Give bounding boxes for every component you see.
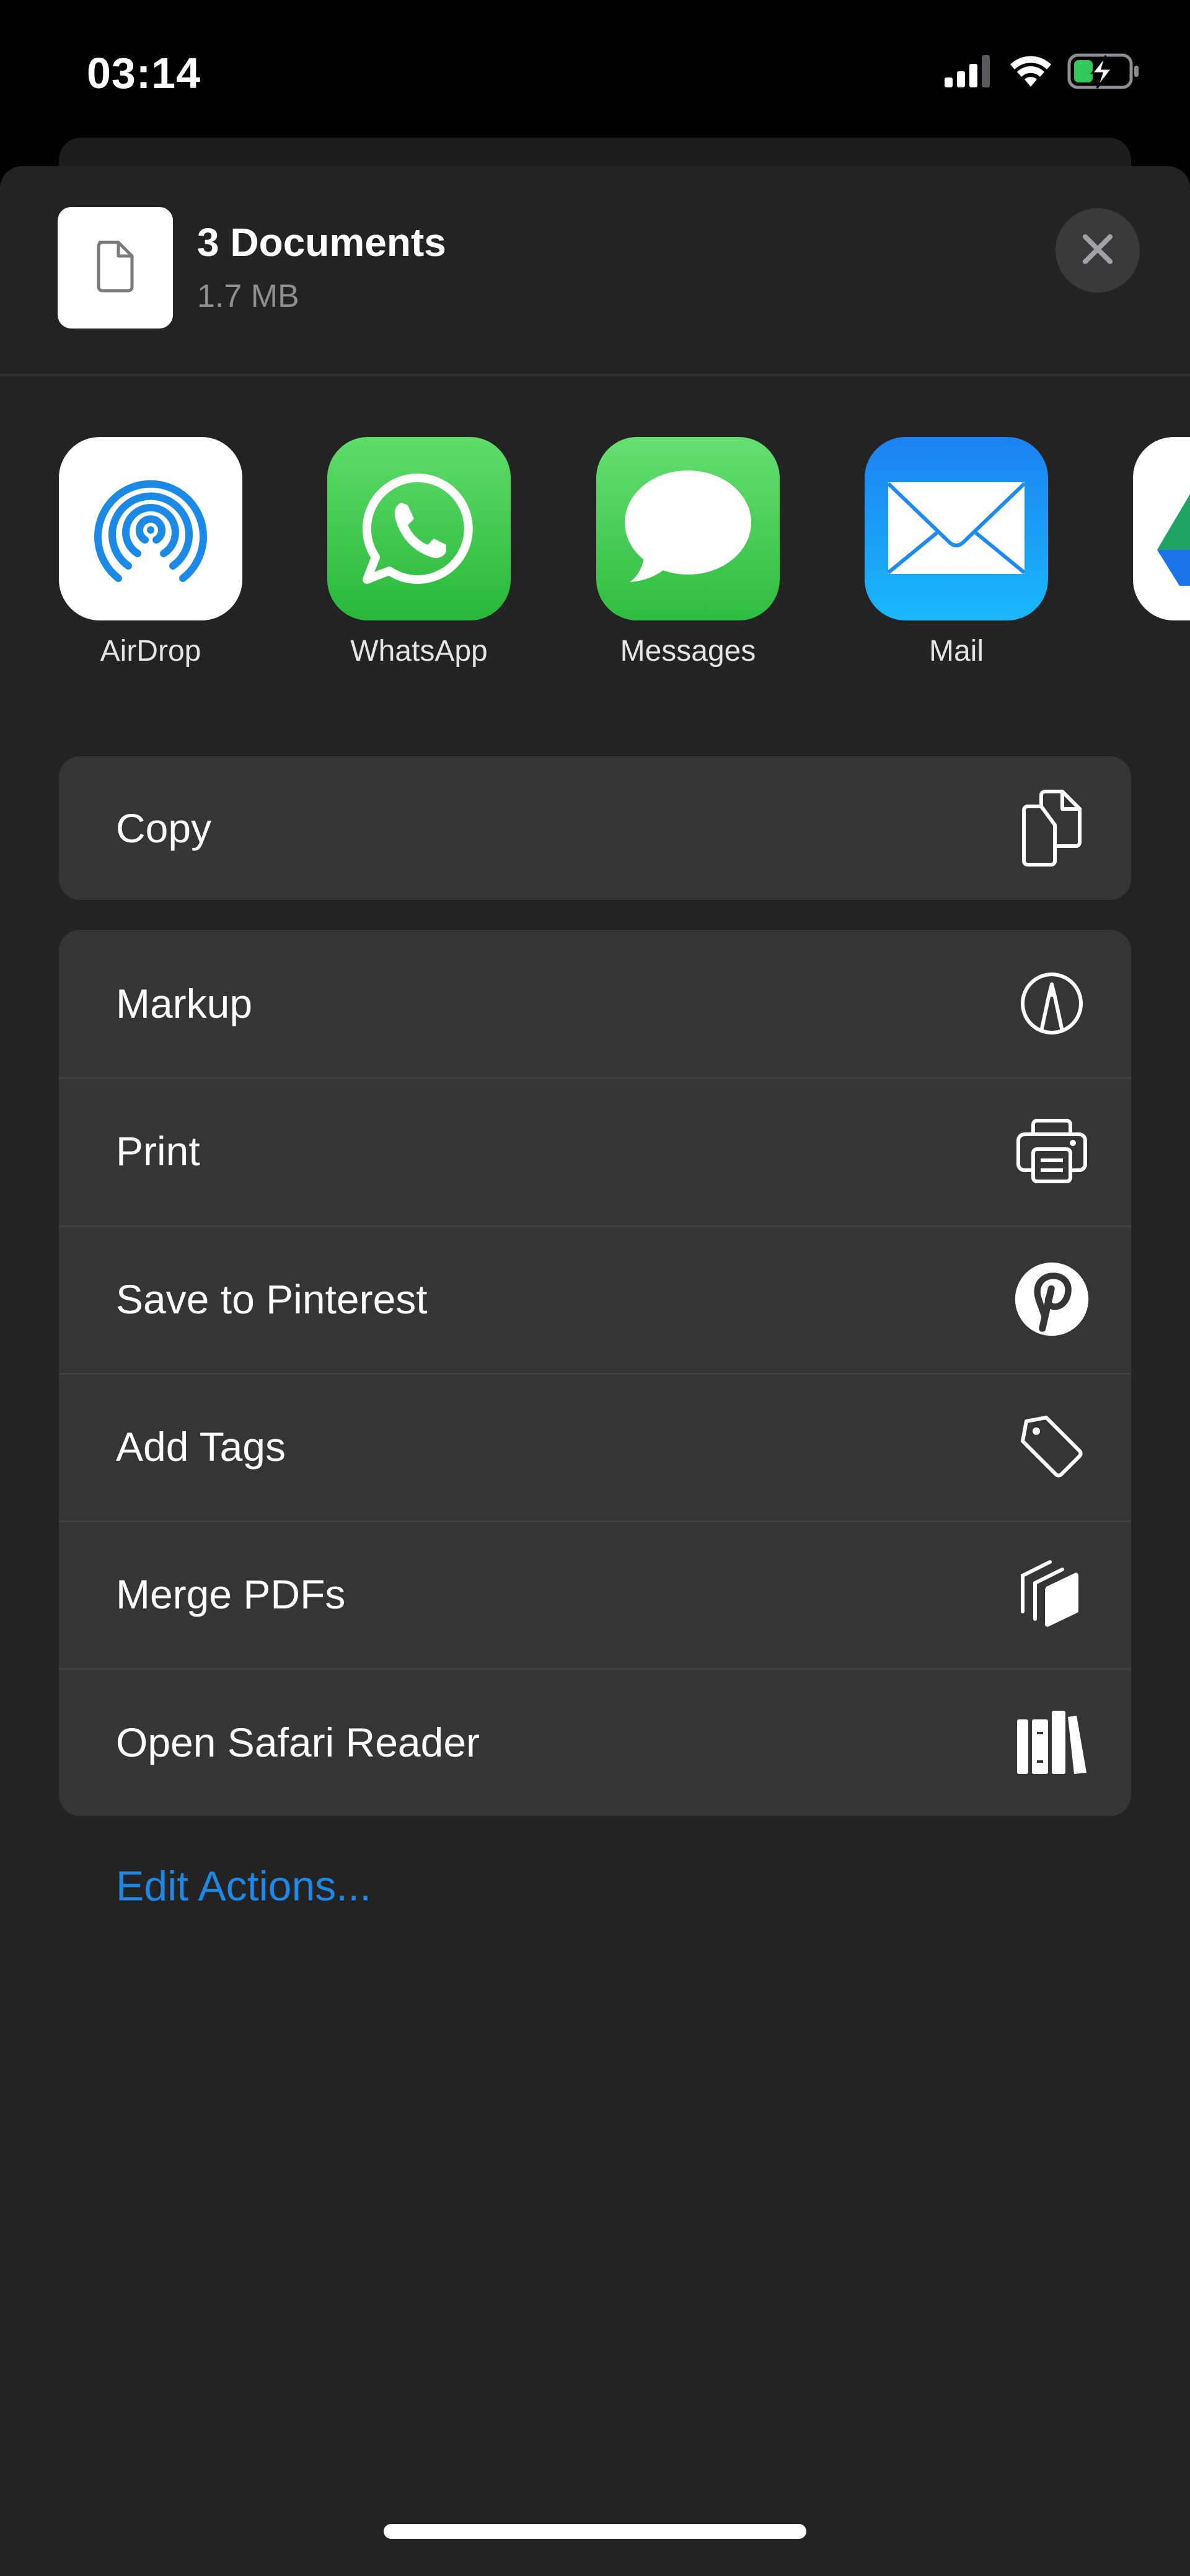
share-title: 3 Documents — [197, 220, 446, 265]
action-save-to-pinterest[interactable]: Save to Pinterest — [59, 1225, 1131, 1373]
action-label: Print — [116, 1128, 200, 1175]
action-label: Merge PDFs — [116, 1571, 346, 1618]
action-merge-pdfs[interactable]: Merge PDFs — [59, 1520, 1131, 1668]
wifi-icon — [1009, 55, 1052, 88]
tag-icon — [1015, 1409, 1089, 1484]
airdrop-icon — [59, 437, 242, 620]
google-drive-icon — [1133, 437, 1190, 620]
action-label: Markup — [116, 981, 253, 1027]
app-label: AirDrop — [100, 635, 201, 668]
action-label: Add Tags — [116, 1424, 286, 1470]
action-open-safari-reader[interactable]: Open Safari Reader — [59, 1668, 1131, 1815]
edit-actions-link[interactable]: Edit Actions... — [116, 1862, 371, 1910]
document-thumbnail — [58, 207, 173, 329]
app-messages[interactable]: Messages — [596, 437, 780, 668]
app-mail[interactable]: Mail — [865, 437, 1048, 668]
mail-icon — [865, 437, 1048, 620]
cellular-signal-icon — [945, 55, 994, 87]
home-indicator[interactable] — [384, 2524, 806, 2539]
copy-icon — [1015, 790, 1089, 867]
document-icon — [94, 240, 137, 296]
action-label: Save to Pinterest — [116, 1276, 428, 1322]
app-label: Messages — [620, 635, 756, 668]
printer-icon — [1015, 1114, 1089, 1188]
close-button[interactable] — [1056, 208, 1140, 293]
app-whatsapp[interactable]: WhatsApp — [327, 437, 511, 668]
pinterest-icon — [1015, 1262, 1089, 1336]
copy-group: Copy — [59, 756, 1131, 900]
app-label: Mail — [928, 635, 984, 668]
action-label: Open Safari Reader — [116, 1719, 480, 1765]
action-copy[interactable]: Copy — [59, 756, 1131, 900]
books-icon — [1015, 1705, 1089, 1780]
battery-charging-icon — [1067, 53, 1142, 89]
share-sheet-header: 3 Documents 1.7 MB — [0, 166, 1190, 376]
share-sheet: 3 Documents 1.7 MB AirDrop WhatsApp Mess… — [0, 166, 1190, 2576]
app-google-drive[interactable]: D — [1133, 437, 1190, 668]
action-markup[interactable]: Markup — [59, 930, 1131, 1077]
merge-pdfs-icon — [1015, 1557, 1089, 1631]
header-separator — [0, 374, 1190, 376]
action-add-tags[interactable]: Add Tags — [59, 1372, 1131, 1520]
share-subtitle: 1.7 MB — [197, 278, 299, 314]
whatsapp-icon — [327, 437, 511, 620]
messages-icon — [596, 437, 780, 620]
status-bar: 03:14 — [0, 0, 1190, 139]
status-time: 03:14 — [87, 49, 201, 97]
app-row[interactable]: AirDrop WhatsApp Messages Mail — [0, 437, 1190, 685]
action-print[interactable]: Print — [59, 1077, 1131, 1225]
markup-icon — [1015, 966, 1089, 1041]
action-label: Copy — [116, 805, 212, 851]
actions-group: Markup Print Save to Pinterest Add Tags … — [59, 930, 1131, 1816]
status-icons — [945, 53, 1142, 90]
close-icon — [1080, 232, 1115, 270]
app-airdrop[interactable]: AirDrop — [59, 437, 242, 668]
app-label: WhatsApp — [350, 635, 488, 668]
